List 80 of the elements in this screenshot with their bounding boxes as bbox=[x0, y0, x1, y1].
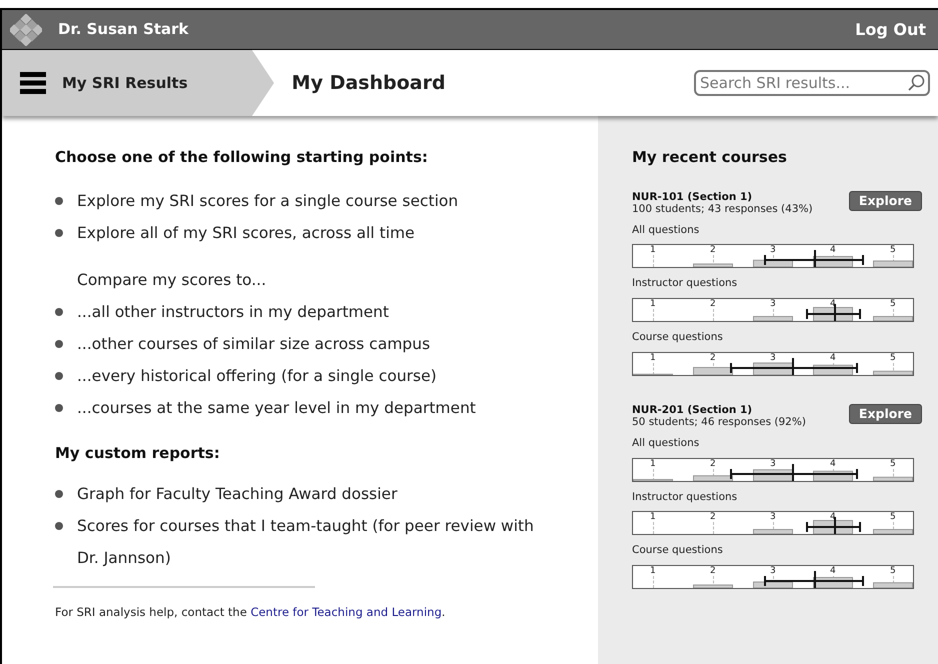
scale-label: 1 bbox=[650, 512, 656, 522]
menu-icon[interactable] bbox=[20, 72, 46, 94]
scale-label: 4 bbox=[830, 352, 836, 363]
scale-label: 2 bbox=[710, 352, 716, 363]
chart-label: Course questions bbox=[632, 543, 724, 558]
search-field[interactable]: Search SRI results... bbox=[694, 70, 930, 96]
chart-label: Instructor questions bbox=[632, 490, 738, 504]
scale-label: 1 bbox=[650, 245, 656, 256]
range-line bbox=[806, 313, 860, 315]
scale-label: 1 bbox=[650, 352, 656, 363]
logo-icon bbox=[10, 14, 42, 46]
chart-label: Instructor questions bbox=[632, 276, 738, 292]
scale-label: 3 bbox=[770, 299, 776, 309]
option-link[interactable]: Graph for Faculty Teaching Award dossier bbox=[77, 478, 398, 510]
option-link[interactable]: ...all other instructors in my department bbox=[77, 296, 389, 328]
logout-link[interactable]: Log Out bbox=[855, 18, 930, 42]
course-title: NUR-101 (Section 1) bbox=[632, 190, 754, 202]
explore-button[interactable]: Explore bbox=[848, 190, 922, 210]
scale-label: 5 bbox=[890, 299, 896, 309]
scale-label: 1 bbox=[650, 566, 656, 576]
option-link[interactable]: Explore my SRI scores for a single course section bbox=[77, 184, 458, 216]
scale-label: 5 bbox=[890, 566, 896, 576]
bullet-icon bbox=[55, 522, 63, 530]
chart-label: Course questions bbox=[632, 330, 724, 345]
bullet-icon bbox=[55, 404, 63, 412]
scale-label: 3 bbox=[770, 458, 776, 468]
section-heading: Choose one of the following starting points: bbox=[55, 147, 429, 168]
bullet-icon bbox=[55, 228, 63, 236]
scale-label: 2 bbox=[710, 512, 716, 522]
help-link[interactable]: Centre for Teaching and Learning bbox=[250, 605, 442, 620]
scale-label: 4 bbox=[830, 245, 836, 256]
bullet-icon bbox=[55, 490, 63, 498]
option-link[interactable]: ...other courses of similar size across campus bbox=[77, 328, 430, 360]
bullet-icon bbox=[55, 196, 63, 204]
option-link[interactable]: ...courses at the same year level in my department bbox=[77, 392, 476, 424]
breadcrumb-link[interactable]: My SRI Results bbox=[62, 72, 188, 94]
scale-label: 3 bbox=[770, 352, 776, 363]
course-title: NUR-201 (Section 1) bbox=[632, 404, 754, 416]
scale-label: 4 bbox=[830, 458, 836, 468]
option-link[interactable]: Explore all of my SRI scores, across all time bbox=[77, 216, 415, 248]
scale-label: 5 bbox=[890, 512, 896, 522]
scale-label: 5 bbox=[890, 245, 896, 256]
page-title: My Dashboard bbox=[292, 70, 446, 96]
scale-label: 2 bbox=[710, 245, 716, 256]
grid-line bbox=[653, 255, 654, 268]
scale-label: 3 bbox=[770, 245, 776, 256]
scale-label: 5 bbox=[890, 352, 896, 363]
grid-line bbox=[713, 309, 714, 321]
user-name: Dr. Susan Stark bbox=[58, 19, 189, 40]
course-summary: 50 students; 46 responses (92%) bbox=[632, 416, 806, 428]
bullet-icon bbox=[55, 372, 63, 380]
scale-label: 2 bbox=[710, 566, 716, 576]
explore-button[interactable]: Explore bbox=[848, 404, 922, 424]
scale-label: 3 bbox=[770, 566, 776, 576]
grid-line bbox=[713, 522, 714, 534]
section-heading: My recent courses bbox=[632, 147, 788, 168]
scale-label: 4 bbox=[830, 299, 836, 309]
scale-label: 5 bbox=[890, 458, 896, 468]
scale-label: 1 bbox=[650, 458, 656, 468]
bullet-icon bbox=[55, 308, 63, 316]
option-link[interactable]: Scores for courses that I team-taught (for peer review with Dr. Jannson) bbox=[77, 510, 547, 574]
section-heading: My custom reports: bbox=[55, 442, 221, 464]
help-text: For SRI analysis help, contact the Centre for Teaching and Learning. bbox=[55, 604, 446, 622]
scale-label: 1 bbox=[650, 299, 656, 309]
range-line bbox=[806, 526, 860, 528]
scale-label: 2 bbox=[710, 458, 716, 468]
grid-line bbox=[653, 309, 654, 321]
course-summary: 100 students; 43 responses (43%) bbox=[632, 202, 813, 214]
option-link[interactable]: ...every historical offering (for a single course) bbox=[77, 360, 437, 392]
scale-label: 2 bbox=[710, 299, 716, 309]
scale-label: 4 bbox=[830, 512, 836, 522]
grid-line bbox=[653, 522, 654, 534]
chart-label: All questions bbox=[632, 436, 700, 451]
scale-label: 4 bbox=[830, 566, 836, 576]
scale-label: 3 bbox=[770, 512, 776, 522]
bullet-icon bbox=[55, 340, 63, 348]
chart-label: All questions bbox=[632, 222, 700, 238]
search-icon[interactable] bbox=[907, 74, 925, 92]
grid-line bbox=[653, 576, 654, 588]
compare-label: Compare my scores to... bbox=[77, 270, 268, 290]
